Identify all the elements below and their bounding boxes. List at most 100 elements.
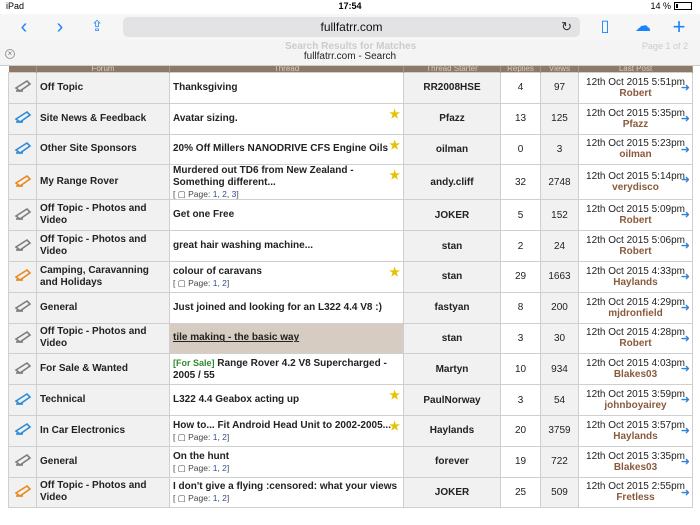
thread-starter[interactable]: PaulNorway — [403, 384, 501, 416]
thread-title-link[interactable]: 20% Off Millers NANODRIVE CFS Engine Oil… — [173, 143, 388, 154]
new-tab-icon[interactable]: + — [668, 16, 690, 38]
go-to-last-post-icon[interactable]: ➜ — [681, 487, 690, 499]
last-post-author[interactable]: verydisco — [582, 182, 689, 193]
page-link[interactable]: 2 — [222, 189, 227, 199]
forum-link[interactable]: Other Site Sponsors — [36, 133, 170, 166]
page-link[interactable]: 1 — [213, 278, 218, 288]
thread-title[interactable]: Avatar sizing. — [173, 113, 400, 125]
thread-title[interactable]: On the hunt — [173, 451, 400, 463]
forum-name[interactable]: Off Topic — [40, 82, 83, 93]
thread-title-link[interactable]: Thanksgiving — [173, 82, 237, 93]
go-to-last-post-icon[interactable]: ➜ — [681, 210, 690, 221]
last-post-author[interactable]: Haylands — [582, 277, 689, 288]
page-link[interactable]: 1 — [213, 432, 218, 442]
page-link[interactable]: 2 — [222, 463, 227, 473]
thread-title-link[interactable]: How to... Fit Android Head Unit to 2002-… — [173, 420, 391, 431]
forum-name[interactable]: In Car Electronics — [40, 425, 125, 436]
thread-starter[interactable]: Haylands — [403, 414, 501, 447]
last-post-author[interactable]: Fretless — [582, 492, 689, 503]
thread-title-link[interactable]: tile making - the basic way — [173, 332, 299, 343]
reload-icon[interactable]: ↻ — [561, 17, 572, 37]
forum-link[interactable]: Off Topic - Photos and Video — [36, 322, 170, 355]
thread-title-link[interactable]: Just joined and looking for an L322 4.4 … — [173, 302, 382, 313]
go-to-last-post-icon[interactable]: ➜ — [681, 425, 690, 437]
thread-title-link[interactable]: I don't give a flying :censored: what yo… — [173, 481, 397, 492]
go-to-last-post-icon[interactable]: ➜ — [681, 395, 690, 406]
forum-name[interactable]: Off Topic - Photos and Video — [40, 203, 146, 226]
forum-link[interactable]: In Car Electronics — [36, 414, 170, 447]
forum-link[interactable]: Camping, Caravanning and Holidays — [36, 260, 170, 293]
thread-starter[interactable]: JOKER — [403, 476, 501, 509]
last-post-author[interactable]: Robert — [582, 88, 689, 99]
forum-name[interactable]: Other Site Sponsors — [40, 143, 137, 154]
go-to-last-post-icon[interactable]: ➜ — [681, 144, 690, 156]
page-link[interactable]: 1 — [213, 189, 218, 199]
last-post-author[interactable]: Pfazz — [582, 119, 689, 130]
go-to-last-post-icon[interactable]: ➜ — [681, 175, 690, 186]
forum-link[interactable]: For Sale & Wanted — [36, 353, 170, 386]
forum-link[interactable]: Technical — [36, 384, 170, 416]
thread-title[interactable]: Just joined and looking for an L322 4.4 … — [173, 302, 400, 314]
thread-title-link[interactable]: On the hunt — [173, 451, 229, 462]
thread-title-link[interactable]: Avatar sizing. — [173, 113, 238, 124]
thread-starter[interactable]: oilman — [403, 133, 501, 166]
thread-starter[interactable]: Martyn — [403, 353, 501, 386]
thread-starter[interactable]: andy.cliff — [403, 164, 501, 201]
thread-title-link[interactable]: colour of caravans — [173, 266, 262, 277]
thread-title[interactable]: great hair washing machine... — [173, 240, 400, 252]
thread-title[interactable]: How to... Fit Android Head Unit to 2002-… — [173, 420, 400, 432]
back-icon[interactable]: ‹ — [14, 16, 34, 38]
thread-title[interactable]: colour of caravans — [173, 266, 400, 278]
forum-name[interactable]: For Sale & Wanted — [40, 363, 128, 374]
go-to-last-post-icon[interactable]: ➜ — [681, 364, 690, 375]
forum-name[interactable]: Off Topic - Photos and Video — [40, 326, 146, 349]
forum-link[interactable]: General — [36, 445, 170, 478]
forum-name[interactable]: Site News & Feedback — [40, 113, 146, 124]
forum-link[interactable]: Off Topic - Photos and Video — [36, 476, 170, 509]
forum-name[interactable]: Off Topic - Photos and Video — [40, 234, 146, 257]
go-to-last-post-icon[interactable]: ➜ — [681, 241, 690, 252]
go-to-last-post-icon[interactable]: ➜ — [681, 113, 690, 125]
thread-title[interactable]: L322 4.4 Geabox acting up — [173, 394, 400, 406]
last-post-author[interactable]: Blakes03 — [582, 369, 689, 380]
last-post-author[interactable]: Robert — [582, 215, 689, 226]
forum-name[interactable]: My Range Rover — [40, 176, 118, 187]
forum-name[interactable]: General — [40, 302, 77, 313]
thread-starter[interactable]: forever — [403, 445, 501, 478]
thread-title[interactable]: Thanksgiving — [173, 82, 400, 94]
forum-link[interactable]: General — [36, 291, 170, 324]
forum-link[interactable]: Off Topic — [36, 72, 170, 104]
thread-title[interactable]: tile making - the basic way — [173, 332, 400, 344]
page-link[interactable]: 2 — [222, 493, 227, 503]
address-bar[interactable]: fullfatrr.com ↻ — [123, 17, 580, 37]
thread-title-link[interactable]: great hair washing machine... — [173, 240, 313, 251]
page-link[interactable]: 1 — [213, 493, 218, 503]
go-to-last-post-icon[interactable]: ➜ — [681, 456, 690, 468]
last-post-author[interactable]: Robert — [582, 338, 689, 349]
last-post-author[interactable]: johnboyairey — [582, 400, 689, 411]
forum-name[interactable]: Camping, Caravanning and Holidays — [40, 265, 149, 288]
last-post-author[interactable]: Robert — [582, 246, 689, 257]
thread-starter[interactable]: stan — [403, 230, 501, 262]
go-to-last-post-icon[interactable]: ➜ — [681, 83, 690, 94]
forum-name[interactable]: Technical — [40, 394, 85, 405]
forum-name[interactable]: Off Topic - Photos and Video — [40, 480, 146, 503]
thread-title[interactable]: I don't give a flying :censored: what yo… — [173, 481, 400, 493]
thread-starter[interactable]: stan — [403, 260, 501, 293]
thread-starter[interactable]: Pfazz — [403, 102, 501, 135]
thread-title-link[interactable]: Murdered out TD6 from New Zealand - Some… — [173, 166, 354, 189]
last-post-author[interactable]: Blakes03 — [582, 462, 689, 473]
thread-title-link[interactable]: Get one Free — [173, 209, 234, 220]
go-to-last-post-icon[interactable]: ➜ — [681, 302, 690, 314]
page-link[interactable]: 1 — [213, 463, 218, 473]
thread-starter[interactable]: RR2008HSE — [403, 72, 501, 104]
thread-title[interactable]: [For Sale] Range Rover 4.2 V8 Supercharg… — [173, 357, 400, 382]
thread-title[interactable]: 20% Off Millers NANODRIVE CFS Engine Oil… — [173, 143, 400, 155]
last-post-author[interactable]: oilman — [582, 149, 689, 160]
thread-starter[interactable]: stan — [403, 322, 501, 355]
thread-starter[interactable]: fastyan — [403, 291, 501, 324]
last-post-author[interactable]: Haylands — [582, 431, 689, 442]
forum-link[interactable]: Off Topic - Photos and Video — [36, 199, 170, 232]
go-to-last-post-icon[interactable]: ➜ — [681, 271, 690, 283]
forward-icon[interactable]: › — [50, 16, 70, 38]
